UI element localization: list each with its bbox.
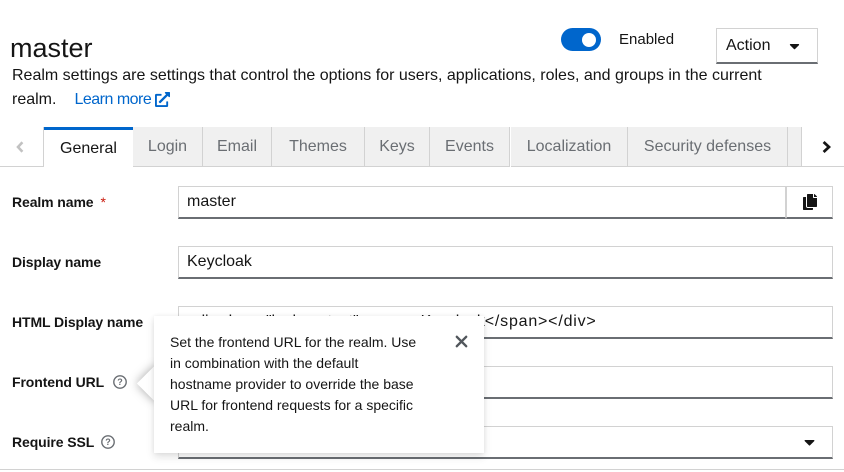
svg-text:?: ? (105, 437, 110, 447)
svg-text:?: ? (117, 377, 122, 387)
